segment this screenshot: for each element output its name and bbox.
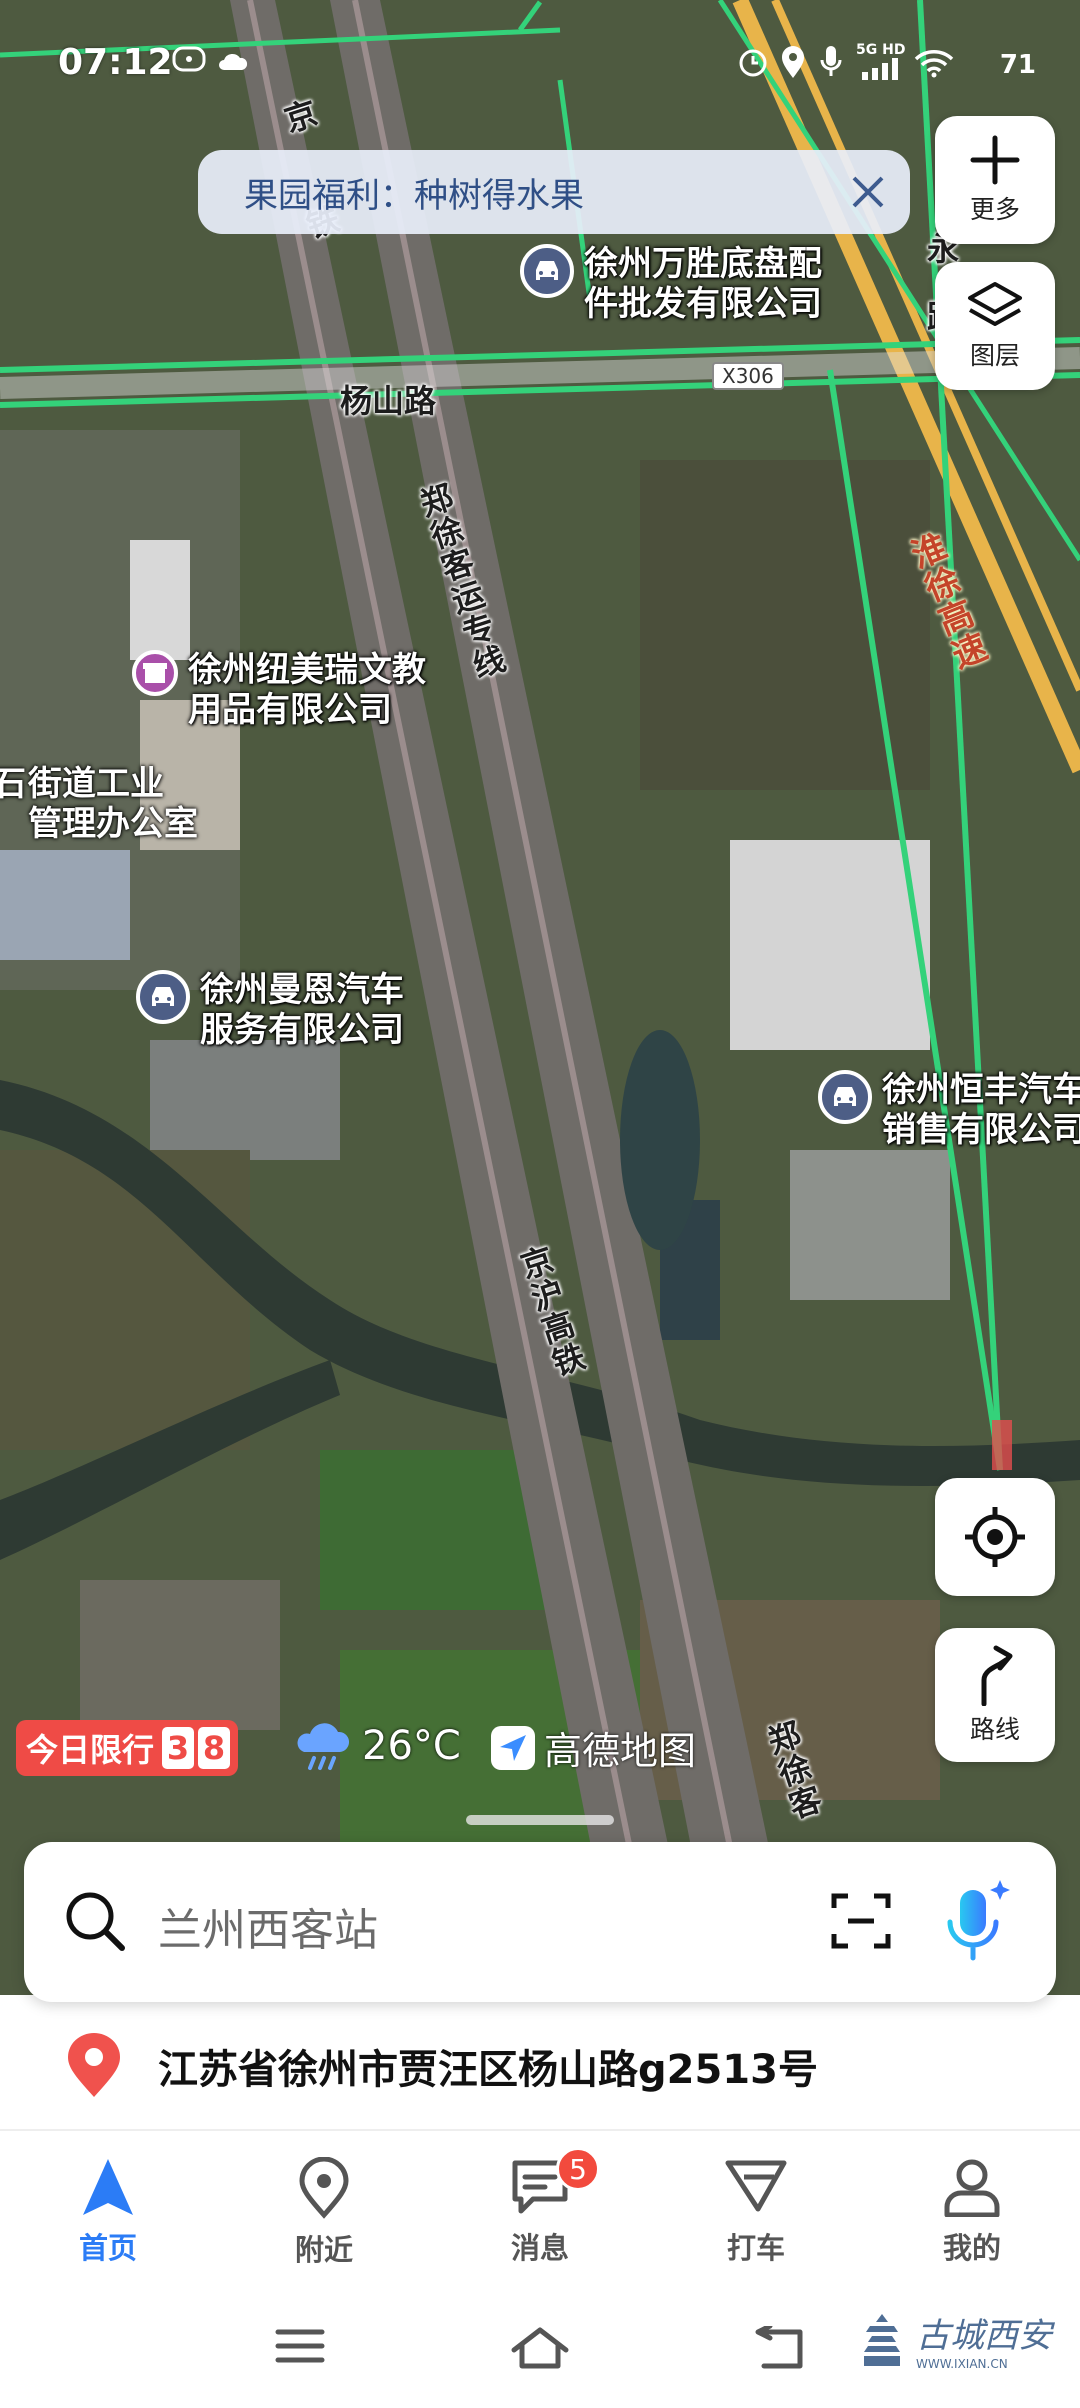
shop-icon: [132, 650, 178, 696]
pagoda-logo-icon: [864, 2313, 900, 2366]
drag-handle[interactable]: [466, 1815, 614, 1825]
search-input[interactable]: 兰州西客站: [158, 1894, 378, 1958]
tab-nearby[interactable]: 附近: [216, 2133, 432, 2283]
watermark: 古城西安 WWW.IXIAN.CN: [858, 2308, 1052, 2371]
search-bar[interactable]: 兰州西客站: [24, 1842, 1056, 2002]
alarm-icon: [739, 49, 767, 77]
voice-search-icon[interactable]: [942, 1878, 1012, 1964]
poi-niumeirui[interactable]: 徐州纽美瑞文教 用品有限公司: [132, 650, 426, 730]
route-button[interactable]: 路线: [935, 1628, 1055, 1762]
search-icon: [66, 1892, 125, 1951]
tab-label: 消息: [510, 2231, 569, 2265]
locate-button[interactable]: [935, 1478, 1055, 1596]
tab-taxi[interactable]: 打车: [648, 2133, 864, 2283]
close-icon[interactable]: [848, 172, 888, 212]
map-view[interactable]: 杨山路 X306 郑徐客运专线 京沪高铁 郑徐客 京 铁 永 路 淮徐高速 徐州…: [0, 0, 1080, 1995]
route-icon: [981, 1645, 1013, 1706]
tab-label: 打车: [726, 2231, 785, 2265]
car-icon: [520, 244, 574, 298]
driving-restriction-badge[interactable]: 今日限行 3 8: [16, 1720, 239, 1776]
promo-text: 果园福利：种树得水果: [244, 175, 584, 216]
tab-label: 首页: [78, 2231, 137, 2265]
weather-widget[interactable]: 26°C: [292, 1718, 461, 1774]
layers-button[interactable]: 图层: [935, 262, 1055, 390]
layers-icon: [968, 282, 1022, 326]
location-status-icon: [782, 46, 804, 78]
poi-label: 徐州曼恩汽车 服务有限公司: [200, 970, 404, 1050]
layers-label: 图层: [969, 341, 1020, 370]
car-icon: [818, 1070, 872, 1124]
back-icon[interactable]: [752, 2326, 806, 2370]
temperature: 26°C: [362, 1723, 461, 1769]
signal-icon: [862, 58, 898, 80]
poi-wansheng[interactable]: 徐州万胜底盘配 件批发有限公司: [520, 244, 822, 324]
brand-name: 高德地图: [544, 1729, 697, 1773]
current-location-row[interactable]: 江苏省徐州市贾汪区杨山路g2513号: [0, 2003, 1080, 2131]
amap-logo-icon: [491, 1725, 535, 1770]
plus-icon: [970, 135, 1020, 185]
tab-label: 我的: [942, 2231, 1001, 2265]
tab-home[interactable]: 首页: [0, 2133, 216, 2283]
network-type: 5G HD: [856, 42, 906, 58]
locate-icon: [965, 1507, 1025, 1567]
tab-messages[interactable]: 5 消息: [432, 2133, 648, 2283]
scan-icon[interactable]: [830, 1890, 892, 1952]
road-shield-x306: X306: [712, 362, 784, 390]
poi-manen[interactable]: 徐州曼恩汽车 服务有限公司: [136, 970, 404, 1050]
restriction-number: 3: [162, 1727, 195, 1769]
current-address: 江苏省徐州市贾汪区杨山路g2513号: [158, 2047, 818, 2093]
home-icon[interactable]: [510, 2326, 570, 2370]
poi-hengfeng[interactable]: 徐州恒丰汽车 销售有限公司: [818, 1070, 1080, 1150]
tab-label: 附近: [294, 2233, 353, 2267]
tab-profile[interactable]: 我的: [864, 2133, 1080, 2283]
amap-brand: 高德地图: [490, 1720, 696, 1775]
watermark-text: 古城西安: [916, 2316, 1052, 2356]
promo-banner[interactable]: 果园福利：种树得水果: [198, 150, 910, 234]
message-icon: [172, 46, 206, 72]
map-pin-icon: [299, 2157, 349, 2219]
area-label-prefix: 石: [0, 764, 26, 804]
battery-level: 71: [999, 50, 1036, 80]
bottom-tab-bar: 首页 附近 5 消息 打车 我的: [0, 2133, 1080, 2283]
user-icon: [944, 2159, 1000, 2217]
menu-icon[interactable]: [274, 2326, 326, 2366]
navigation-arrow-icon: [83, 2159, 133, 2215]
poi-label: 徐州万胜底盘配 件批发有限公司: [584, 244, 822, 324]
mic-status-icon: [820, 46, 842, 76]
restriction-number: 8: [198, 1727, 231, 1769]
status-bar: 07:12 5G HD 71: [0, 0, 1080, 120]
road-label-yangshan: 杨山路: [340, 382, 437, 420]
restriction-label: 今日限行: [26, 1731, 155, 1769]
message-count-badge: 5: [556, 2147, 600, 2191]
wifi-icon: [914, 50, 954, 78]
status-time: 07:12: [58, 42, 173, 83]
watermark-url: WWW.IXIAN.CN: [916, 2357, 1008, 2371]
car-icon: [136, 970, 190, 1024]
location-pin-icon: [68, 2033, 120, 2097]
poi-label: 徐州恒丰汽车 销售有限公司: [882, 1070, 1080, 1150]
more-button[interactable]: 更多: [935, 116, 1055, 244]
rain-cloud-icon: [297, 1723, 350, 1770]
cloud-icon: [219, 53, 248, 70]
route-label: 路线: [969, 1715, 1020, 1744]
taxi-icon: [725, 2160, 787, 2212]
area-label-industrial: 街道工业 管理办公室: [28, 764, 198, 844]
poi-label: 徐州纽美瑞文教 用品有限公司: [188, 650, 426, 730]
more-label: 更多: [969, 195, 1020, 224]
